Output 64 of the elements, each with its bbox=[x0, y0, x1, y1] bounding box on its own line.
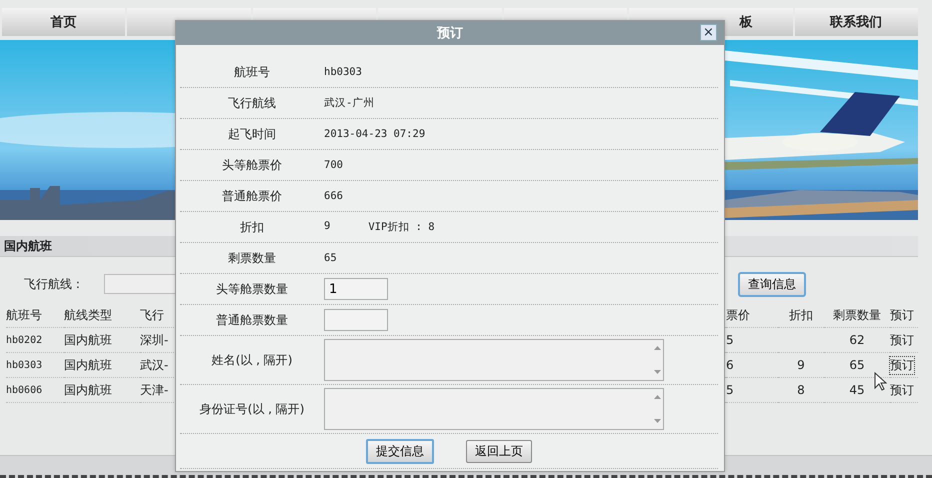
quantity-field[interactable] bbox=[324, 309, 388, 331]
table-cell: 深圳- bbox=[140, 332, 168, 348]
scroll-up-icon[interactable] bbox=[654, 346, 660, 350]
field-label: 姓名(以 , 隔开) bbox=[212, 352, 292, 368]
nav-tab[interactable]: 首页 bbox=[2, 8, 126, 36]
field-label: 折扣 bbox=[240, 218, 264, 236]
field-value: 2013-04-23 07:29 bbox=[324, 128, 426, 140]
column-header: 票价 bbox=[726, 306, 750, 324]
field-value: 666 bbox=[324, 190, 343, 202]
field-value: VIP折扣 : 8 bbox=[368, 220, 435, 234]
scroll-down-icon[interactable] bbox=[654, 370, 660, 374]
nav-tab[interactable]: 联系我们 bbox=[794, 8, 918, 36]
table-cell: 8 bbox=[797, 383, 805, 397]
dialog-button[interactable]: 返回上页 bbox=[466, 440, 532, 462]
cursor-icon bbox=[874, 372, 887, 391]
field-value: 武汉-广州 bbox=[324, 96, 374, 110]
table-cell: 武汉- bbox=[140, 356, 168, 374]
book-link[interactable]: 预订 bbox=[890, 382, 914, 398]
field-value: hb0303 bbox=[324, 66, 362, 78]
quantity-field[interactable]: 1 bbox=[324, 278, 388, 300]
field-label: 头等舱票数量 bbox=[216, 280, 288, 298]
dialog-button[interactable]: 提交信息 bbox=[366, 438, 434, 464]
table-cell: 62 bbox=[849, 333, 865, 347]
dialog-title: 预订 bbox=[437, 25, 463, 42]
section-title: 国内航班 bbox=[4, 238, 52, 254]
column-header: 航线类型 bbox=[64, 306, 112, 324]
column-header: 飞行 bbox=[140, 306, 164, 324]
field-label: 飞行航线 bbox=[228, 94, 276, 112]
table-cell: 国内航班 bbox=[64, 382, 112, 398]
field-label: 飞行航线 : bbox=[24, 276, 81, 292]
field-label: 身份证号(以 , 隔开) bbox=[200, 400, 304, 418]
field-label: 航班号 bbox=[234, 64, 270, 80]
text-area[interactable] bbox=[324, 339, 664, 381]
column-header: 航班号 bbox=[6, 306, 42, 324]
table-cell: hb0303 bbox=[6, 360, 42, 370]
search-button[interactable]: 查询信息 bbox=[738, 272, 806, 296]
field-value: 65 bbox=[324, 252, 337, 264]
table-cell: 6 bbox=[726, 358, 734, 372]
table-cell: 5 bbox=[726, 383, 734, 397]
table-cell: 天津- bbox=[140, 382, 168, 398]
table-cell: 65 bbox=[849, 358, 865, 372]
column-header: 折扣 bbox=[789, 306, 813, 324]
table-cell: 45 bbox=[849, 383, 865, 397]
column-header: 预订 bbox=[890, 306, 914, 324]
close-button[interactable]: × bbox=[700, 24, 717, 41]
table-cell: hb0606 bbox=[6, 384, 42, 396]
field-label: 头等舱票价 bbox=[222, 156, 282, 174]
scroll-up-icon[interactable] bbox=[654, 395, 660, 399]
table-cell: 5 bbox=[726, 333, 734, 347]
table-cell: 国内航班 bbox=[64, 356, 112, 374]
table-cell: hb0202 bbox=[6, 334, 42, 346]
book-link[interactable]: 预订 bbox=[890, 332, 914, 348]
scroll-down-icon[interactable] bbox=[654, 419, 660, 423]
table-cell: 国内航班 bbox=[64, 332, 112, 348]
field-label: 起飞时间 bbox=[228, 126, 276, 142]
field-label: 普通舱票价 bbox=[222, 188, 282, 204]
field-label: 剩票数量 bbox=[228, 250, 276, 266]
field-label: 普通舱票数量 bbox=[216, 312, 288, 328]
field-value: 9 bbox=[324, 220, 330, 234]
column-header: 剩票数量 bbox=[833, 306, 881, 324]
table-cell: 9 bbox=[797, 358, 805, 372]
text-area[interactable] bbox=[324, 388, 664, 430]
field-value: 700 bbox=[324, 159, 343, 171]
book-link[interactable]: 预订 bbox=[890, 356, 914, 374]
